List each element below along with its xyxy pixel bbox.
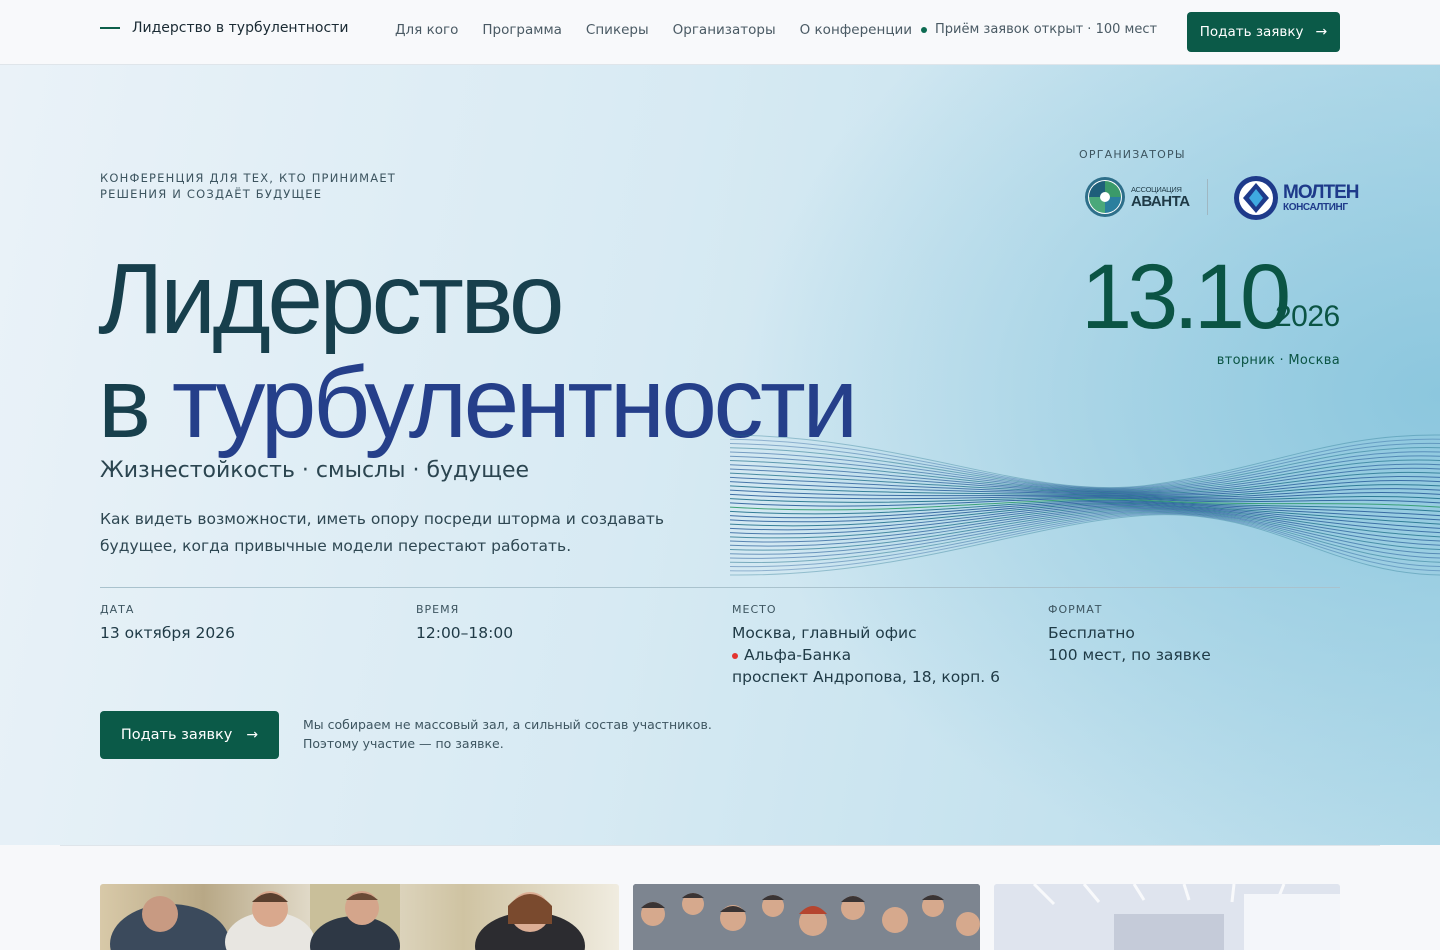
detail-time-label: ВРЕМЯ: [416, 603, 460, 616]
status-dot-icon: [921, 26, 927, 33]
event-year: 2026: [1275, 300, 1340, 333]
detail-place-line-1: Москва, главный офис: [732, 624, 917, 642]
organizer-logos: АССОЦИАЦИЯ АВАНТА МОЛТЕН КОНСАЛТИНГ: [1083, 173, 1359, 221]
nav-item-organizers[interactable]: Организаторы: [673, 22, 776, 38]
brand-link[interactable]: Лидерство в турбулентности: [100, 20, 348, 36]
molten-big-text: МОЛТЕН: [1283, 181, 1359, 203]
avanta-emblem-icon: [1085, 177, 1125, 217]
registration-status: Приём заявок открыт · 100 мест: [921, 22, 1157, 37]
avanta-logo[interactable]: АССОЦИАЦИЯ АВАНТА: [1083, 175, 1190, 219]
event-photo-2: [633, 884, 980, 950]
detail-place: МЕСТО Москва, главный офис Альфа-Банка п…: [732, 603, 1000, 688]
hero-subtitle: Жизнестойкость · смыслы · будущее: [100, 458, 530, 483]
logo-divider: [1207, 179, 1208, 215]
event-photo-3: [994, 884, 1340, 950]
molten-emblem-icon: [1234, 176, 1278, 220]
event-date-big: 13.10: [1081, 246, 1291, 348]
photo-audience: [633, 884, 980, 950]
hero-description: Как видеть возможности, иметь опору поср…: [100, 510, 665, 555]
brand-name: Лидерство в турбулентности: [132, 20, 349, 36]
detail-place-label: МЕСТО: [732, 603, 777, 616]
organizers-label: ОРГАНИЗАТОРЫ: [1079, 148, 1186, 161]
note-line-1: Мы собираем не массовый зал, а сильный с…: [303, 717, 712, 732]
detail-format: ФОРМАТ Бесплатно 100 мест, по заявке: [1048, 603, 1211, 666]
application-note: Мы собираем не массовый зал, а сильный с…: [303, 715, 723, 753]
apply-main-label: Подать заявку: [120, 727, 233, 743]
apply-button-label: Подать заявку: [1199, 24, 1304, 40]
nav-item-speakers[interactable]: Спикеры: [586, 22, 649, 38]
detail-format-line-2: 100 мест, по заявке: [1048, 646, 1211, 664]
avanta-big-text: АВАНТА: [1131, 192, 1190, 210]
photo-people-talking: [110, 884, 585, 950]
event-weekday-city: вторник · Москва: [1216, 353, 1340, 368]
kicker-line-1: Конференция для тех, кто принимает: [100, 171, 397, 185]
hero-section: Конференция для тех, кто принимает решен…: [0, 65, 1440, 845]
detail-format-line-1: Бесплатно: [1048, 624, 1135, 642]
note-line-2: Поэтому участие — по заявке.: [303, 736, 504, 751]
arrow-right-icon: →: [1315, 24, 1328, 40]
event-photo-1: [100, 884, 619, 950]
details-divider: [100, 587, 1340, 588]
title-word-v: в: [98, 347, 151, 459]
main-nav: Для кого Программа Спикеры Организаторы …: [395, 22, 912, 38]
kicker-line-2: решения и создаёт будущее: [100, 187, 323, 201]
detail-place-bank: Альфа-Банка: [744, 646, 852, 664]
molten-logo[interactable]: МОЛТЕН КОНСАЛТИНГ: [1233, 175, 1359, 221]
detail-time: ВРЕМЯ 12:00–18:00: [416, 603, 513, 644]
apply-button-main[interactable]: Подать заявку →: [100, 711, 279, 759]
nav-item-about[interactable]: О конференции: [800, 22, 912, 38]
arrow-right-icon: →: [246, 727, 259, 743]
wave-line: [730, 438, 1440, 489]
brand-line-icon: [100, 27, 120, 29]
detail-place-line-2: Альфа-Банка: [732, 644, 1000, 666]
detail-time-value: 12:00–18:00: [416, 624, 514, 642]
hero-kicker: Конференция для тех, кто принимает решен…: [100, 170, 396, 202]
detail-date-value: 13 октября 2026: [100, 624, 235, 642]
detail-date-label: ДАТА: [100, 603, 135, 616]
alfa-bank-dot-icon: [732, 652, 738, 659]
apply-button-header[interactable]: Подать заявку →: [1187, 12, 1340, 52]
status-text: Приём заявок открыт · 100 мест: [935, 22, 1158, 37]
nav-item-program[interactable]: Программа: [482, 22, 562, 38]
photo-hall-interior: [994, 884, 1340, 950]
detail-format-label: ФОРМАТ: [1048, 603, 1103, 616]
page-title: Лидерство в турбулентности: [98, 243, 858, 455]
molten-small-text: КОНСАЛТИНГ: [1283, 201, 1348, 213]
nav-item-audience[interactable]: Для кого: [395, 22, 458, 38]
section-divider: [60, 845, 1380, 846]
wave-lines-decoration: [730, 434, 1440, 576]
title-line-1: Лидерство: [98, 243, 564, 355]
detail-date: ДАТА 13 октября 2026: [100, 603, 235, 644]
top-navigation-bar: Лидерство в турбулентности Для кого Прог…: [0, 0, 1440, 65]
detail-place-address: проспект Андропова, 18, корп. 6: [732, 668, 1000, 686]
